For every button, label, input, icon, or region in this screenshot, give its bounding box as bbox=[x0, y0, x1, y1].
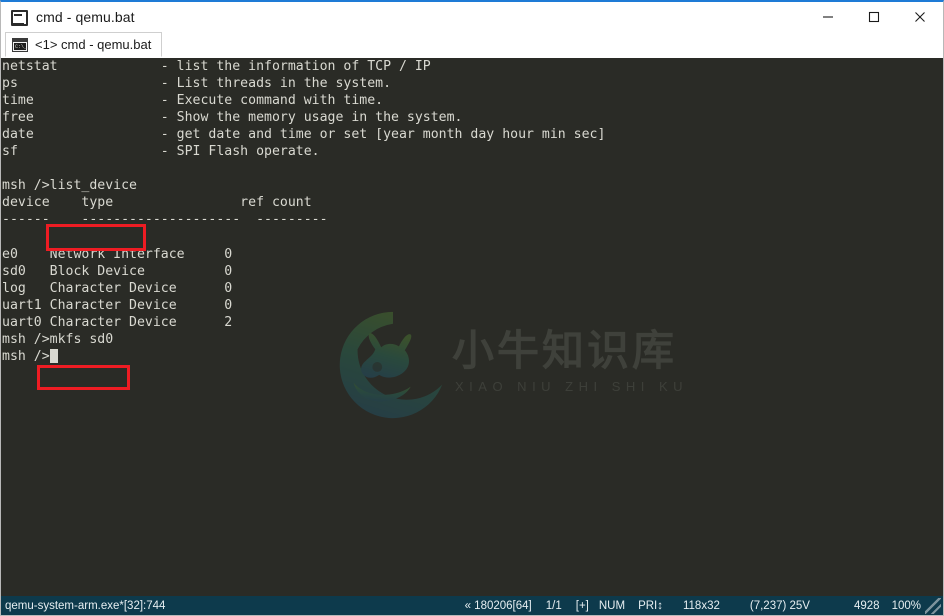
command-line-mkfs: msh />mkfs sd0 bbox=[2, 331, 114, 347]
close-button[interactable] bbox=[897, 2, 943, 32]
status-plus: [+] bbox=[575, 599, 589, 612]
minimize-button[interactable] bbox=[805, 2, 851, 32]
terminal-window-icon bbox=[10, 9, 28, 26]
table-row: log Character Device 0 bbox=[2, 280, 233, 296]
table-separator: ------ -------------------- --------- bbox=[2, 212, 328, 228]
status-process: qemu-system-arm.exe*[32]:744 bbox=[5, 599, 166, 612]
text-cursor bbox=[49, 348, 58, 363]
status-position: (7,237) 25V bbox=[749, 599, 810, 612]
tab-label: <1> cmd - qemu.bat bbox=[35, 37, 152, 52]
window-title: cmd - qemu.bat bbox=[36, 9, 135, 25]
help-line: netstat - list the information of TCP / … bbox=[2, 59, 431, 74]
help-line: free - Show the memory usage in the syst… bbox=[2, 110, 463, 126]
help-line: ps - List threads in the system. bbox=[2, 76, 392, 92]
table-row: e0 Network Interface 0 bbox=[2, 246, 233, 262]
status-num-lock: NUM bbox=[598, 599, 626, 612]
help-line: date - get date and time or set [year mo… bbox=[2, 127, 606, 143]
resize-grip-icon[interactable] bbox=[925, 597, 941, 614]
status-zoom: 100% bbox=[891, 599, 921, 612]
status-bar: qemu-system-arm.exe*[32]:744 « 180206[64… bbox=[1, 596, 943, 615]
window-controls bbox=[805, 2, 943, 32]
terminal-app-window: cmd - qemu.bat C:\_ <1> cmd - qemu.bat S… bbox=[0, 0, 944, 616]
title-bar: cmd - qemu.bat bbox=[1, 2, 943, 32]
help-line: sf - SPI Flash operate. bbox=[2, 144, 320, 160]
status-bytes: 4928 bbox=[853, 599, 880, 612]
annotation-box-mkfs bbox=[37, 365, 130, 390]
terminal-pane[interactable]: 小牛知识库 XIAO NIU ZHI SHI KU netstat - list… bbox=[1, 58, 943, 598]
command-line-list-device: msh />list_device bbox=[2, 178, 137, 194]
watermark-pinyin: XIAO NIU ZHI SHI KU bbox=[455, 379, 689, 394]
tab-strip: C:\_ <1> cmd - qemu.bat 1 bbox=[1, 32, 943, 85]
status-session: « 180206[64] bbox=[464, 599, 532, 612]
help-line: time - Execute command with time. bbox=[2, 93, 384, 109]
status-priority: PRI↕ bbox=[638, 599, 663, 612]
terminal-output: netstat - list the information of TCP / … bbox=[1, 58, 605, 365]
table-row: uart1 Character Device 0 bbox=[2, 297, 233, 313]
console-icon: C:\_ bbox=[12, 37, 28, 52]
table-row: uart0 Character Device 2 bbox=[2, 314, 233, 330]
tab-cmd-qemu[interactable]: C:\_ <1> cmd - qemu.bat bbox=[5, 32, 163, 57]
maximize-button[interactable] bbox=[851, 2, 897, 32]
status-dimensions: 118x32 bbox=[682, 599, 720, 612]
status-panes: 1/1 bbox=[545, 599, 562, 612]
final-prompt-line: msh /> bbox=[1, 348, 605, 365]
table-row: sd0 Block Device 0 bbox=[2, 263, 233, 279]
table-header: device type ref count bbox=[2, 195, 312, 211]
